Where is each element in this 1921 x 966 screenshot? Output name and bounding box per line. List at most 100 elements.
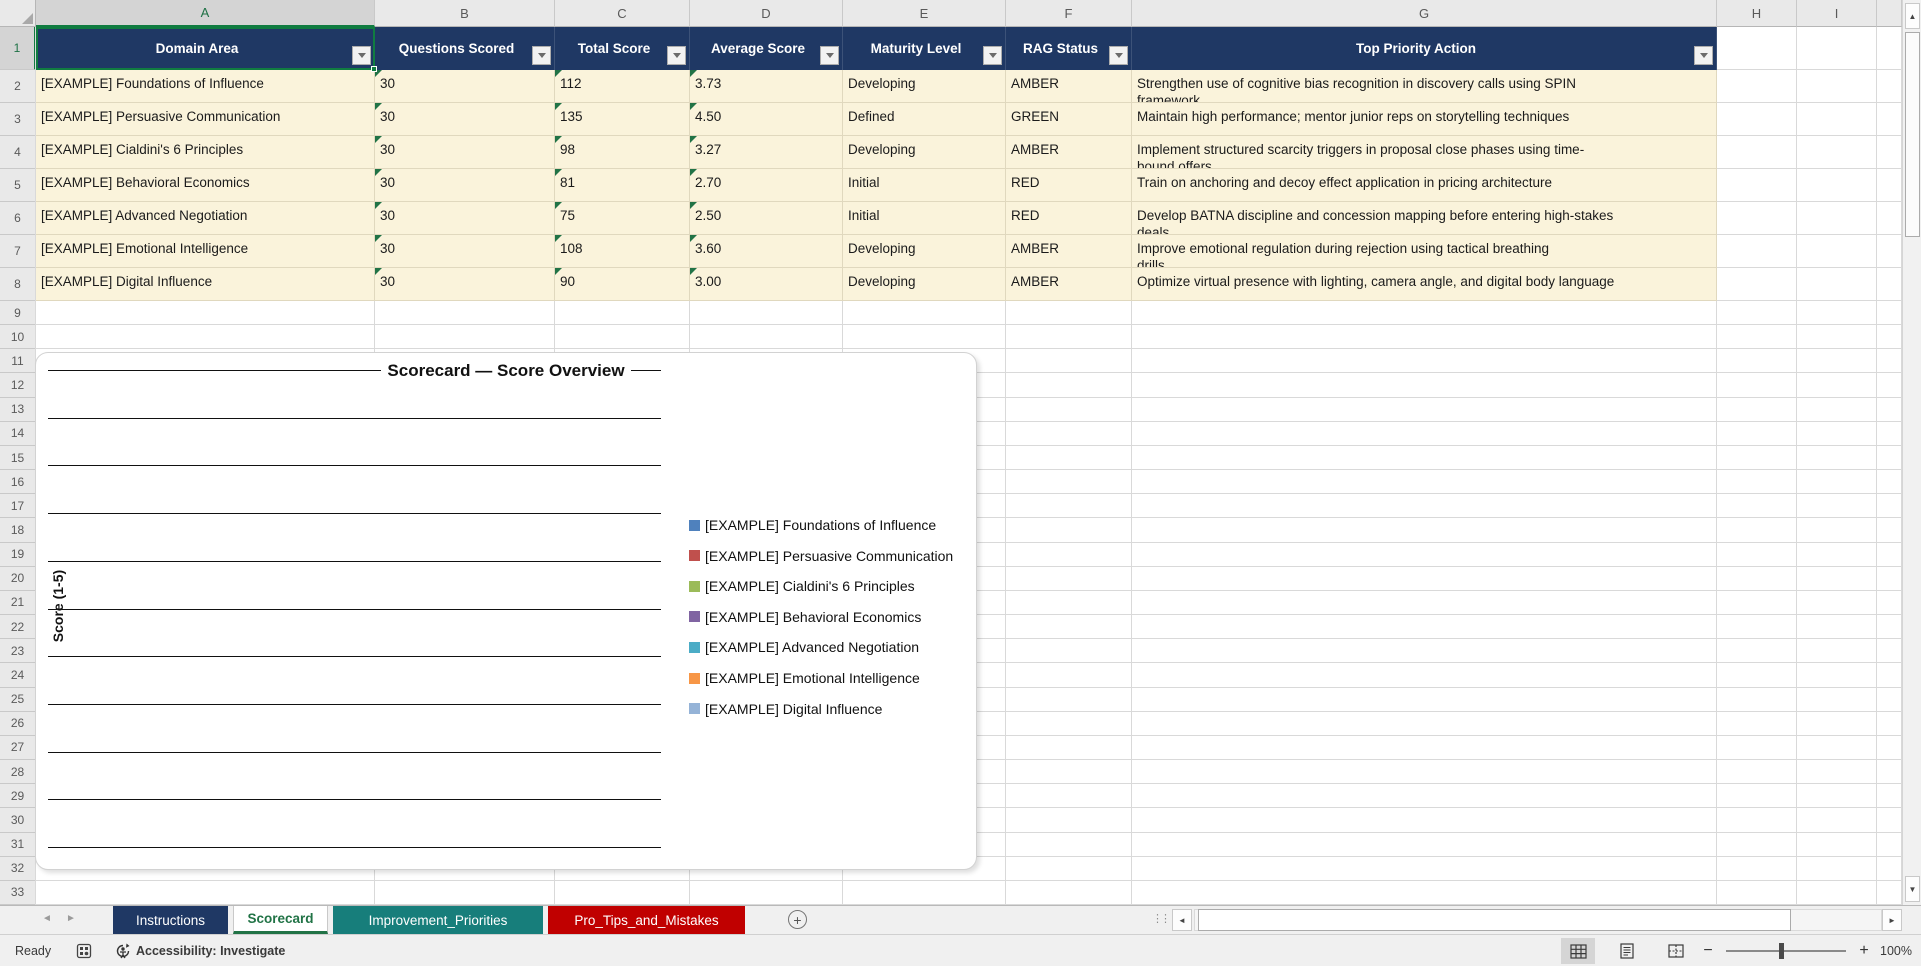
zoom-slider-thumb[interactable] — [1779, 943, 1784, 959]
scroll-down-button[interactable]: ▼ — [1905, 876, 1920, 902]
filter-dropdown-button[interactable] — [983, 46, 1002, 65]
zoom-in-button[interactable]: + — [1856, 939, 1872, 963]
sheet-nav-left-icon[interactable]: ◄ — [42, 913, 52, 924]
sheet-tab-scorecard[interactable]: Scorecard — [233, 906, 328, 934]
score-overview-chart[interactable]: Scorecard — Score Overview Score (1-5) [… — [35, 352, 977, 870]
row-header-14[interactable]: 14 — [0, 421, 36, 446]
row-header-16[interactable]: 16 — [0, 470, 36, 495]
sheet-tab-improvement_priorities[interactable]: Improvement_Priorities — [333, 906, 543, 934]
filter-dropdown-button[interactable] — [667, 46, 686, 65]
row-header-26[interactable]: 26 — [0, 711, 36, 736]
data-cell[interactable]: 135 — [555, 103, 690, 136]
row-header-25[interactable]: 25 — [0, 687, 36, 712]
row-header-4[interactable]: 4 — [0, 136, 36, 169]
column-header-g[interactable]: G — [1132, 0, 1717, 27]
column-header-e[interactable]: E — [843, 0, 1006, 27]
column-header-f[interactable]: F — [1006, 0, 1132, 27]
data-cell[interactable]: 3.27 — [690, 136, 843, 169]
table-header-cell[interactable]: Top Priority Action — [1132, 27, 1717, 70]
column-header-b[interactable]: B — [375, 0, 555, 27]
data-cell[interactable]: [EXAMPLE] Digital Influence — [36, 268, 375, 301]
data-cell[interactable]: Train on anchoring and decoy effect appl… — [1132, 169, 1717, 202]
data-cell[interactable]: [EXAMPLE] Emotional Intelligence — [36, 235, 375, 268]
data-cell[interactable]: 30 — [375, 136, 555, 169]
data-cell[interactable]: GREEN — [1006, 103, 1132, 136]
data-cell[interactable]: Developing — [843, 70, 1006, 103]
table-header-cell[interactable]: RAG Status — [1006, 27, 1132, 70]
row-header-30[interactable]: 30 — [0, 808, 36, 833]
row-header-5[interactable]: 5 — [0, 169, 36, 202]
data-cell[interactable]: 30 — [375, 169, 555, 202]
row-header-1[interactable]: 1 — [0, 27, 36, 70]
data-cell[interactable]: Develop BATNA discipline and concession … — [1132, 202, 1717, 235]
data-cell[interactable]: [EXAMPLE] Behavioral Economics — [36, 169, 375, 202]
data-cell[interactable]: 75 — [555, 202, 690, 235]
column-header-partial[interactable] — [1877, 0, 1902, 27]
tab-scroll-splitter[interactable]: ⋮⋮ — [1152, 912, 1171, 925]
data-cell[interactable]: 81 — [555, 169, 690, 202]
sheet-tab-instructions[interactable]: Instructions — [113, 906, 228, 934]
new-sheet-button[interactable]: + — [788, 910, 807, 929]
legend-entry[interactable]: [EXAMPLE] Cialdini's 6 Principles — [689, 576, 915, 596]
legend-entry[interactable]: [EXAMPLE] Emotional Intelligence — [689, 668, 920, 688]
legend-entry[interactable]: [EXAMPLE] Advanced Negotiation — [689, 637, 919, 657]
data-cell[interactable]: [EXAMPLE] Advanced Negotiation — [36, 202, 375, 235]
data-cell[interactable]: Developing — [843, 268, 1006, 301]
row-header-15[interactable]: 15 — [0, 445, 36, 471]
filter-dropdown-button[interactable] — [1694, 46, 1713, 65]
row-header-33[interactable]: 33 — [0, 880, 36, 905]
data-cell[interactable]: Initial — [843, 202, 1006, 235]
row-header-29[interactable]: 29 — [0, 784, 36, 809]
hscroll-left-button[interactable]: ◄ — [1172, 909, 1192, 931]
data-cell[interactable]: AMBER — [1006, 70, 1132, 103]
zoom-level[interactable]: 100% — [1880, 935, 1912, 966]
data-cell[interactable]: 4.50 — [690, 103, 843, 136]
data-cell[interactable]: 30 — [375, 70, 555, 103]
row-header-22[interactable]: 22 — [0, 615, 36, 640]
zoom-out-button[interactable]: − — [1700, 939, 1716, 963]
data-cell[interactable]: 2.70 — [690, 169, 843, 202]
row-header-3[interactable]: 3 — [0, 103, 36, 136]
row-header-10[interactable]: 10 — [0, 325, 36, 350]
row-header-9[interactable]: 9 — [0, 301, 36, 326]
filter-dropdown-button[interactable] — [820, 46, 839, 65]
row-header-23[interactable]: 23 — [0, 639, 36, 664]
macro-record-icon[interactable] — [76, 935, 92, 966]
page-layout-view-button[interactable] — [1610, 938, 1644, 964]
row-header-24[interactable]: 24 — [0, 663, 36, 688]
row-header-13[interactable]: 13 — [0, 397, 36, 422]
table-header-cell[interactable]: Maturity Level — [843, 27, 1006, 70]
data-cell[interactable]: Developing — [843, 136, 1006, 169]
sheet-tab-pro_tips_and_mistakes[interactable]: Pro_Tips_and_Mistakes — [548, 906, 745, 934]
row-header-6[interactable]: 6 — [0, 202, 36, 235]
accessibility-status[interactable]: Accessibility: Investigate — [136, 935, 285, 966]
zoom-slider[interactable] — [1726, 950, 1846, 952]
data-cell[interactable]: RED — [1006, 169, 1132, 202]
data-cell[interactable]: [EXAMPLE] Foundations of Influence — [36, 70, 375, 103]
row-header-31[interactable]: 31 — [0, 832, 36, 857]
filter-dropdown-button[interactable] — [532, 46, 551, 65]
data-cell[interactable]: 112 — [555, 70, 690, 103]
data-cell[interactable]: Strengthen use of cognitive bias recogni… — [1132, 70, 1717, 103]
hscroll-right-button[interactable]: ► — [1882, 909, 1902, 931]
filter-dropdown-button[interactable] — [1109, 46, 1128, 65]
legend-entry[interactable]: [EXAMPLE] Behavioral Economics — [689, 607, 921, 627]
row-header-32[interactable]: 32 — [0, 856, 36, 881]
data-cell[interactable]: RED — [1006, 202, 1132, 235]
data-cell[interactable]: Defined — [843, 103, 1006, 136]
vertical-scroll-thumb[interactable] — [1905, 32, 1920, 237]
row-header-7[interactable]: 7 — [0, 235, 36, 268]
sheet-nav-right-icon[interactable]: ► — [66, 913, 76, 924]
data-cell[interactable]: 98 — [555, 136, 690, 169]
data-cell[interactable]: 30 — [375, 103, 555, 136]
data-cell[interactable]: Optimize virtual presence with lighting,… — [1132, 268, 1717, 301]
vertical-scrollbar[interactable]: ▲ ▼ — [1902, 0, 1921, 905]
row-header-28[interactable]: 28 — [0, 760, 36, 785]
data-cell[interactable]: 3.73 — [690, 70, 843, 103]
data-cell[interactable]: 3.00 — [690, 268, 843, 301]
data-cell[interactable]: 30 — [375, 202, 555, 235]
row-header-18[interactable]: 18 — [0, 518, 36, 543]
column-header-a[interactable]: A — [36, 0, 375, 27]
data-cell[interactable]: 3.60 — [690, 235, 843, 268]
row-header-8[interactable]: 8 — [0, 268, 36, 301]
